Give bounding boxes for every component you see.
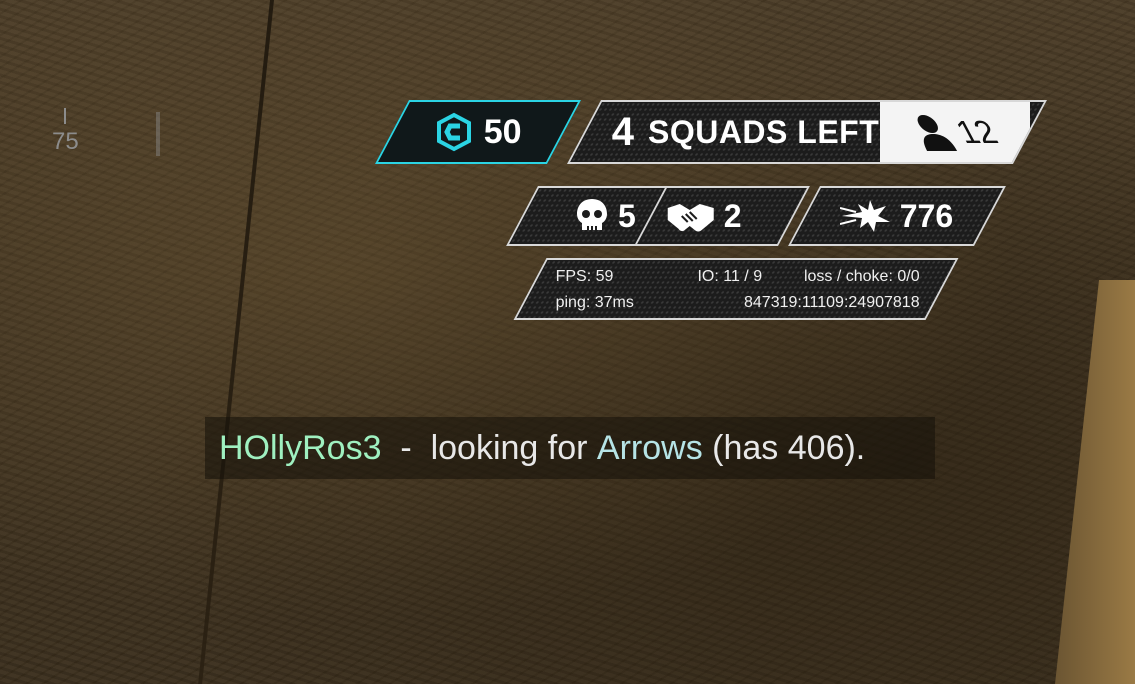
- compass-marker: [156, 112, 160, 156]
- wall-crack: [198, 0, 274, 684]
- squads-label: SQUADS LEFT: [648, 113, 880, 150]
- compass-tick: [64, 108, 67, 124]
- player-name: HOllyRos3: [219, 428, 382, 467]
- compass: 75: [52, 108, 79, 156]
- perf-row-2: ping: 37ms 847319:11109:24907818: [556, 286, 920, 312]
- damage-value: 776: [900, 197, 954, 234]
- message-dash: -: [381, 428, 431, 467]
- evo-shield-level: 50: [374, 100, 582, 164]
- chat-ping-message: HOllyRos3 - looking for Arrows (has 406)…: [205, 417, 935, 479]
- loss-choke-readout: loss / choke: 0/0: [803, 268, 920, 285]
- squads-count: 4: [612, 109, 635, 154]
- compass-heading: 75: [52, 128, 79, 155]
- item-name: Arrows: [596, 428, 703, 467]
- damage-burst-icon: [840, 200, 891, 232]
- ping-readout: ping: 37ms: [555, 294, 634, 311]
- performance-panel: FPS: 59 IO: 11 / 9 loss / choke: 0/0 pin…: [513, 258, 959, 320]
- kills: 5: [574, 197, 636, 235]
- damage-panel: 776: [788, 186, 1006, 246]
- kills-count: 5: [618, 197, 636, 234]
- divider: [634, 186, 668, 246]
- perf-row-1: FPS: 59 IO: 11 / 9 loss / choke: 0/0: [556, 260, 920, 286]
- kills-assists-panel: 5 2: [506, 186, 810, 246]
- skull-icon: [577, 199, 608, 230]
- players-count: 12: [949, 113, 1005, 150]
- wall-edge: [1055, 280, 1135, 684]
- squads-left: 4 SQUADS LEFT: [612, 110, 880, 155]
- fps-readout: FPS: 59: [555, 268, 614, 285]
- message-text: looking for: [430, 428, 597, 467]
- evo-shield-icon: [437, 112, 472, 152]
- handshake-icon: [668, 203, 714, 231]
- evo-level: 50: [484, 112, 522, 151]
- assists: 2: [666, 198, 742, 235]
- server-id: 847319:11109:24907818: [744, 294, 920, 311]
- assists-count: 2: [724, 197, 742, 234]
- io-readout: IO: 11 / 9: [697, 268, 763, 285]
- players-left: 12: [880, 100, 1030, 164]
- squads-left-panel: 4 SQUADS LEFT 12: [566, 100, 1048, 164]
- message-count: (has 406).: [702, 428, 866, 467]
